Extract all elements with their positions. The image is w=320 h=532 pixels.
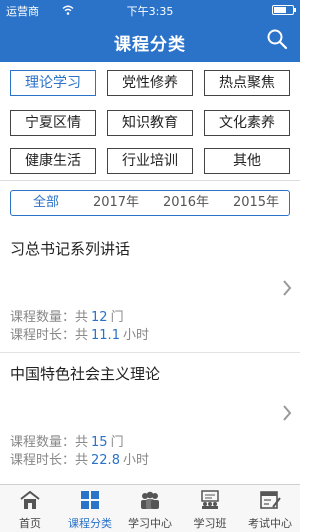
category-healthy-living[interactable]: 健康生活 bbox=[10, 148, 96, 174]
course-duration-label: 课程时长：共 bbox=[10, 328, 89, 343]
course-title: 习总书记系列讲话 bbox=[10, 240, 131, 258]
category-grid: 理论学习 党性修养 热点聚焦 宁夏区情 知识教育 文化素养 健康生活 行业培训 … bbox=[10, 70, 290, 174]
status-time: 下午3:35 bbox=[126, 5, 174, 18]
tab-exam-center-label: 考试中心 bbox=[248, 517, 292, 530]
tab-2016[interactable]: 2016年 bbox=[151, 191, 221, 215]
category-ningxia-situation[interactable]: 宁夏区情 bbox=[10, 110, 96, 136]
section-divider bbox=[0, 180, 300, 181]
course-count-value: 15 bbox=[91, 435, 108, 450]
course-count-label: 课程数量：共 bbox=[10, 310, 89, 325]
search-icon[interactable] bbox=[266, 28, 288, 50]
course-duration-unit: 小时 bbox=[122, 453, 149, 468]
tab-learning-center[interactable]: 学习中心 bbox=[120, 485, 180, 532]
category-party-cultivation[interactable]: 党性修养 bbox=[107, 70, 193, 96]
classroom-icon bbox=[201, 490, 219, 509]
course-count-unit: 门 bbox=[110, 310, 124, 325]
category-cultural-literacy[interactable]: 文化素养 bbox=[204, 110, 290, 136]
tab-course-category[interactable]: 课程分类 bbox=[60, 485, 120, 532]
course-duration: 课程时长：共 11.1 小时 bbox=[10, 324, 149, 343]
exam-icon bbox=[260, 491, 281, 509]
course-item[interactable]: 中国特色社会主义理论 课程数量：共 15 门 课程时长：共 22.8 小时 bbox=[0, 352, 300, 476]
tab-all[interactable]: 全部 bbox=[11, 191, 81, 215]
tab-study-class[interactable]: 学习班 bbox=[180, 485, 240, 532]
course-count-label: 课程数量：共 bbox=[10, 435, 89, 450]
chevron-right-icon bbox=[283, 405, 292, 421]
category-hot-topics[interactable]: 热点聚焦 bbox=[204, 70, 290, 96]
tab-learning-center-label: 学习中心 bbox=[128, 517, 172, 530]
battery-icon bbox=[272, 5, 296, 15]
tab-exam-center[interactable]: 考试中心 bbox=[240, 485, 300, 532]
course-count: 课程数量：共 15 门 bbox=[10, 431, 124, 450]
course-duration-label: 课程时长：共 bbox=[10, 453, 89, 468]
tab-2015[interactable]: 2015年 bbox=[221, 191, 291, 215]
tab-study-class-label: 学习班 bbox=[193, 517, 227, 530]
page-title: 课程分类 bbox=[114, 35, 186, 55]
status-bar: 运营商 下午3:35 bbox=[0, 0, 300, 20]
chevron-right-icon bbox=[283, 280, 292, 296]
category-other[interactable]: 其他 bbox=[204, 148, 290, 174]
home-icon bbox=[20, 490, 40, 509]
course-duration-value: 11.1 bbox=[91, 328, 120, 343]
course-count: 课程数量：共 12 门 bbox=[10, 306, 124, 325]
people-icon bbox=[141, 491, 159, 509]
course-duration-value: 22.8 bbox=[91, 453, 120, 468]
course-item[interactable]: 习总书记系列讲话 课程数量：共 12 门 课程时长：共 11.1 小时 bbox=[0, 228, 300, 352]
tab-home-label: 首页 bbox=[19, 517, 41, 530]
course-duration-unit: 小时 bbox=[122, 328, 149, 343]
course-count-value: 12 bbox=[91, 310, 108, 325]
course-count-unit: 门 bbox=[110, 435, 124, 450]
tab-home[interactable]: 首页 bbox=[0, 485, 60, 532]
top-header: 运营商 下午3:35 课程分类 bbox=[0, 0, 300, 62]
course-title: 中国特色社会主义理论 bbox=[10, 365, 161, 383]
category-theory-study[interactable]: 理论学习 bbox=[10, 70, 96, 96]
category-industry-training[interactable]: 行业培训 bbox=[107, 148, 193, 174]
category-knowledge-education[interactable]: 知识教育 bbox=[107, 110, 193, 136]
bottom-tab-bar: 首页 课程分类 学习中心 学习班 考试中心 bbox=[0, 484, 300, 532]
grid-icon bbox=[81, 491, 99, 509]
tab-2017[interactable]: 2017年 bbox=[81, 191, 151, 215]
year-tabs: 全部 2017年 2016年 2015年 bbox=[10, 190, 290, 216]
course-duration: 课程时长：共 22.8 小时 bbox=[10, 449, 149, 468]
tab-course-category-label: 课程分类 bbox=[68, 517, 112, 530]
